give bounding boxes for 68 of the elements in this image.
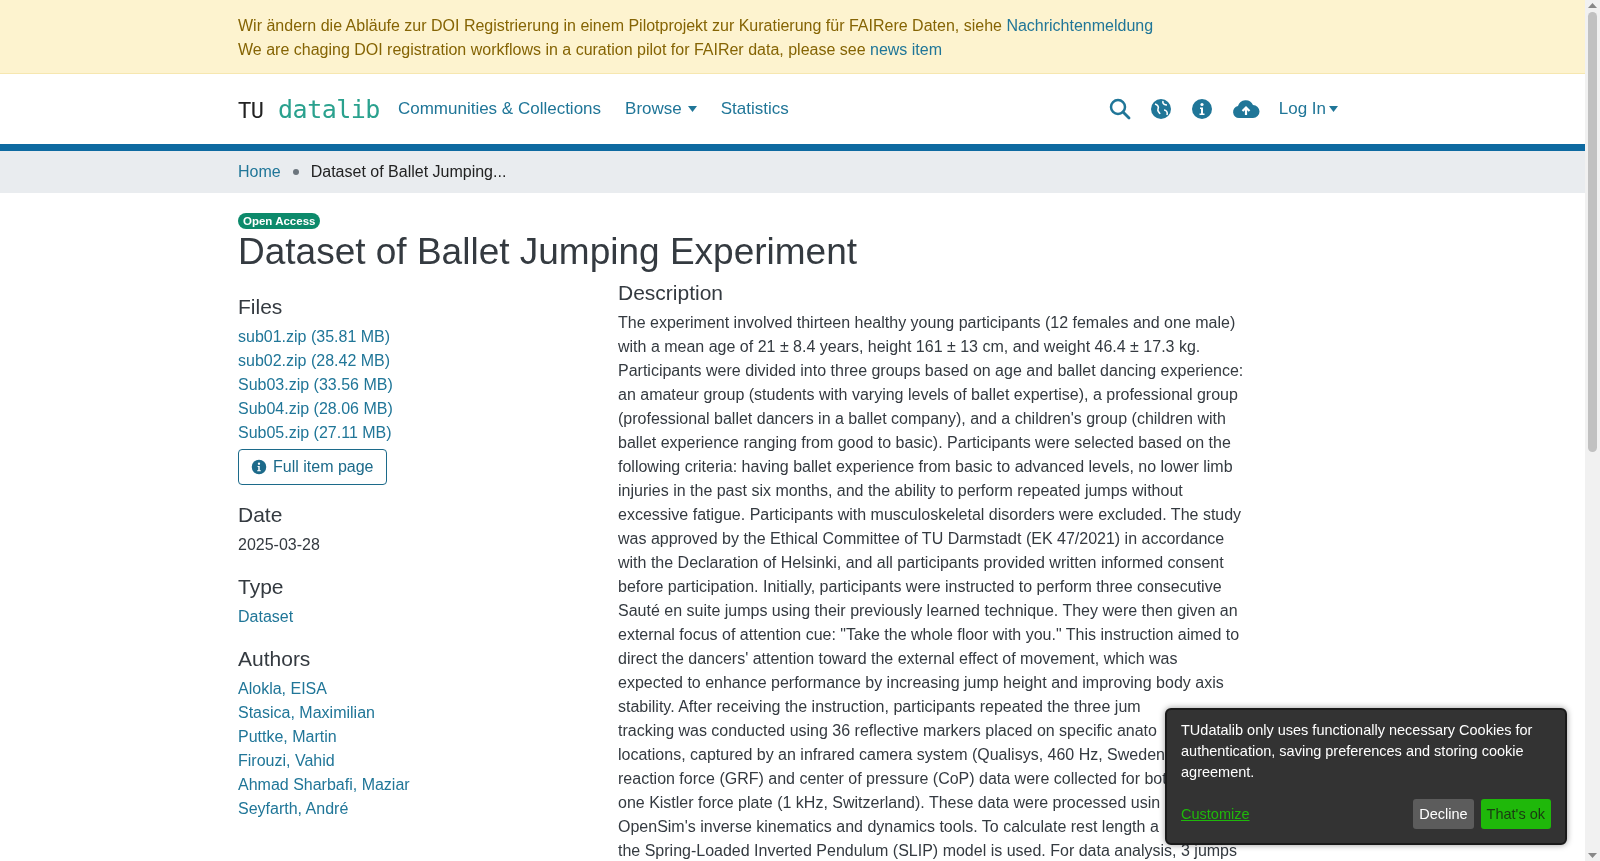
author-link[interactable]: Seyfarth, André bbox=[238, 800, 349, 817]
author-link[interactable]: Puttke, Martin bbox=[238, 728, 337, 745]
notice-text: Wir ändern die Abläufe zur DOI Registrierung in einem Pilotprojekt zur Kuratierung für FAIRere Daten, siehe bbox=[238, 17, 1002, 34]
nav-link[interactable]: Browse bbox=[625, 99, 697, 119]
description-line: Participants were divided into three groups based on age and ballet dancing experience: bbox=[618, 362, 1244, 379]
info-icon[interactable] bbox=[1190, 98, 1213, 120]
login-link[interactable]: Log In bbox=[1278, 99, 1338, 119]
description-line: external focus of attention cue: "Take the whole floor with you." This instruction aimed to bbox=[618, 626, 1240, 643]
description-line: Sauté en suite jumps using their previously learned technique. They were then given an bbox=[618, 602, 1238, 619]
description-line: direct the dancers' attention toward the external effect of movement, which was bbox=[618, 650, 1178, 667]
description-line: locations, captured by an infrared camera system (Qualisys, 460 Hz, Sweden bbox=[618, 746, 1165, 763]
breadcrumb-link[interactable]: Home bbox=[238, 163, 281, 181]
description-line: before participation. Initially, participants were instructed to perform three consecutive bbox=[618, 578, 1222, 595]
nav-link[interactable]: Communities & Collections bbox=[397, 99, 602, 119]
nav-link[interactable]: Statistics bbox=[720, 99, 789, 119]
section-heading: Date bbox=[238, 503, 284, 527]
description-line: was approved by the Ethical Committee of TU Darmstadt (EK 47/2021) in accordance bbox=[618, 530, 1225, 547]
description-line: with the Declaration of Helsinki, and all participants provided written informed consent bbox=[618, 554, 1224, 571]
customize-link[interactable]: Customize bbox=[1181, 806, 1250, 822]
file-link[interactable]: Sub04.zip (28.06 MB) bbox=[238, 400, 393, 417]
section-heading: Description bbox=[618, 281, 725, 305]
description-line: injuries in the past six months, and the ability to perform repeated jumps without bbox=[618, 482, 1183, 499]
scroll-up-icon[interactable] bbox=[1585, 0, 1600, 10]
description-line: The experiment involved thirteen healthy young participants (12 females and one male) bbox=[618, 314, 1236, 331]
file-link[interactable]: sub02.zip (28.42 MB) bbox=[238, 352, 391, 369]
logo[interactable]: TU datalib bbox=[238, 94, 380, 124]
info-icon bbox=[251, 459, 267, 475]
description-line: (professional ballet dancers in a ballet company), and a children's group (children with bbox=[618, 410, 1226, 427]
file-link[interactable]: sub01.zip (35.81 MB) bbox=[238, 328, 391, 345]
section-heading: Authors bbox=[238, 647, 312, 671]
type-link[interactable]: Dataset bbox=[238, 608, 294, 625]
news-link[interactable]: Nachrichtenmeldung bbox=[1006, 17, 1154, 34]
full-item-button[interactable]: Full item page bbox=[238, 449, 387, 485]
description-line: stability. After receiving the instruction, participants repeated the three jum bbox=[618, 698, 1141, 715]
separator-dot bbox=[292, 169, 299, 175]
file-link[interactable]: Sub05.zip (27.11 MB) bbox=[238, 424, 392, 441]
section-heading: Type bbox=[238, 575, 285, 599]
cookie-message: TUdatalib only uses functionally necessary Cookies for authentication, saving preferences and storing cookie agreement. bbox=[1181, 721, 1534, 782]
description-line: OpenSim's inverse kinematics and dynamics tools. To calculate rest length a bbox=[618, 818, 1159, 835]
scroll-down-icon[interactable] bbox=[1585, 851, 1600, 861]
author-link[interactable]: Stasica, Maximilian bbox=[238, 704, 375, 721]
description-line: reaction force (GRF) and center of pressure (CoP) data were collected for bot bbox=[618, 770, 1167, 787]
description-line: tracking was conducted using 36 reflective markers placed on specific anato bbox=[618, 722, 1157, 739]
author-link[interactable]: Alokla, EISA bbox=[238, 680, 327, 697]
file-link[interactable]: Sub03.zip (33.56 MB) bbox=[238, 376, 393, 393]
description-line: excessive fatigue. Participants with musculoskeletal disorders were excluded. The study bbox=[618, 506, 1242, 523]
globe-icon[interactable] bbox=[1149, 98, 1172, 120]
decline-button[interactable]: Decline bbox=[1413, 799, 1474, 829]
accept-button[interactable]: That's ok bbox=[1480, 799, 1551, 829]
author-link[interactable]: Firouzi, Vahid bbox=[238, 752, 335, 769]
author-link[interactable]: Ahmad Sharbafi, Maziar bbox=[238, 776, 410, 793]
scrollbar[interactable] bbox=[1585, 0, 1600, 861]
access-badge: Open Access bbox=[238, 213, 321, 229]
description-line: with a mean age of 21 ± 8.4 years, height 161 ± 13 cm, and weight 46.4 ± 17.3 kg. bbox=[618, 338, 1201, 355]
description-line: expected to enhance performance by increasing jump height and improving body axis bbox=[618, 674, 1224, 691]
item-title: Dataset of Ballet Jumping Experiment bbox=[238, 231, 859, 273]
description-line: an amateur group (students with varying levels of ballet expertise), a professional group bbox=[618, 386, 1238, 403]
cloud-upload-icon[interactable] bbox=[1231, 98, 1260, 120]
news-link[interactable]: news item bbox=[870, 41, 943, 58]
date-value: 2025-03-28 bbox=[238, 536, 320, 553]
breadcrumb-current: Dataset of Ballet Jumping... bbox=[310, 163, 507, 181]
notice-text: We are chaging DOI registration workflows in a curation pilot for FAIRer data, please see bbox=[238, 41, 866, 58]
description-line: ballet experience ranging from good to basic). Participants were selected based on the bbox=[618, 434, 1231, 451]
description-line: one Kistler force plate (1 kHz, Switzerland). These data were processed usin bbox=[618, 794, 1161, 811]
section-heading: Files bbox=[238, 295, 284, 319]
search-icon[interactable] bbox=[1108, 98, 1131, 120]
caret-icon bbox=[1329, 106, 1338, 112]
description-line: following criteria: having ballet experience from basic to advanced levels, no lower limb bbox=[618, 458, 1233, 475]
